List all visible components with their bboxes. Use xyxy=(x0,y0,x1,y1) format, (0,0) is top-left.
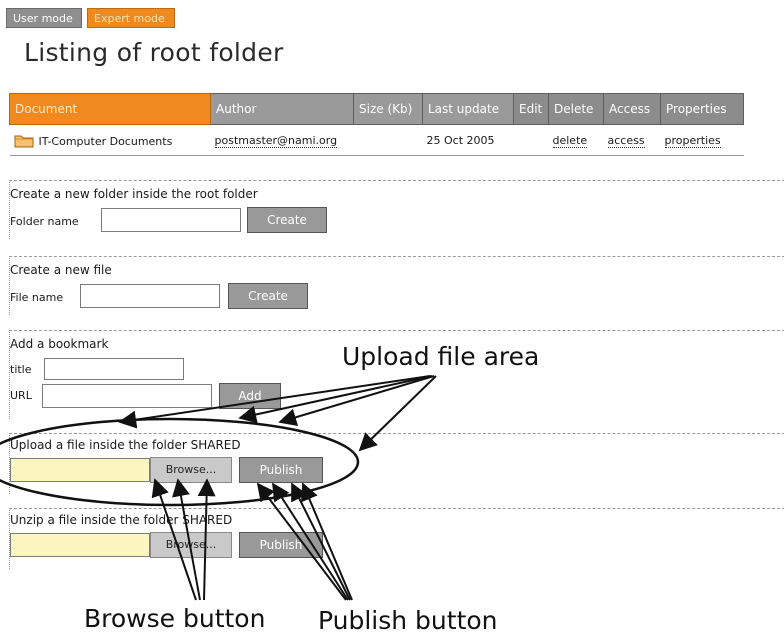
column-header-delete: Delete xyxy=(548,93,604,125)
expert-mode-button[interactable]: Expert mode xyxy=(87,8,175,28)
column-header-size[interactable]: Size (Kb) xyxy=(353,93,423,125)
unzip-browse-button[interactable]: Browse... xyxy=(150,532,232,558)
size-cell xyxy=(353,124,423,156)
create-file-section: Create a new file File name Create xyxy=(9,256,784,315)
browse-button-caption: Browse button xyxy=(84,604,266,633)
unzip-publish-button[interactable]: Publish xyxy=(239,532,323,558)
user-mode-button[interactable]: User mode xyxy=(6,8,82,28)
publish-button-caption: Publish button xyxy=(318,606,498,635)
bookmark-title-input[interactable] xyxy=(44,358,184,380)
folder-name-label: Folder name xyxy=(10,215,79,228)
page-title: Listing of root folder xyxy=(24,38,284,67)
column-header-author[interactable]: Author xyxy=(210,93,354,125)
folder-icon xyxy=(14,135,33,147)
column-header-document[interactable]: Document xyxy=(9,93,211,125)
document-name[interactable]: IT-Computer Documents xyxy=(39,135,173,148)
bookmark-url-input[interactable] xyxy=(42,384,212,408)
delete-link[interactable]: delete xyxy=(552,133,588,148)
file-name-input[interactable] xyxy=(80,284,220,308)
column-header-properties: Properties xyxy=(660,93,744,125)
upload-section: Upload a file inside the folder SHARED B… xyxy=(9,433,784,494)
upload-file-input[interactable] xyxy=(10,458,150,482)
create-file-button[interactable]: Create xyxy=(228,283,308,309)
upload-publish-button[interactable]: Publish xyxy=(239,457,323,483)
folder-name-input[interactable] xyxy=(101,208,241,232)
document-cell[interactable]: IT-Computer Documents xyxy=(9,124,211,156)
create-folder-section: Create a new folder inside the root fold… xyxy=(9,180,784,239)
properties-cell[interactable]: properties xyxy=(660,124,744,156)
bookmark-url-label: URL xyxy=(10,389,32,402)
create-folder-button[interactable]: Create xyxy=(247,207,327,233)
access-link[interactable]: access xyxy=(607,133,645,148)
file-name-label: File name xyxy=(10,291,64,304)
properties-link[interactable]: properties xyxy=(664,133,721,148)
folder-listing-table: Document Author Size (Kb) Last update Ed… xyxy=(9,93,744,156)
access-cell[interactable]: access xyxy=(603,124,661,156)
bookmark-title: Add a bookmark xyxy=(10,337,109,351)
create-folder-title: Create a new folder inside the root fold… xyxy=(10,187,258,201)
table-row: IT-Computer Documents postmaster@nami.or… xyxy=(9,124,744,156)
edit-cell xyxy=(513,124,549,156)
unzip-title: Unzip a file inside the folder SHARED xyxy=(10,513,233,527)
create-file-title: Create a new file xyxy=(10,263,112,277)
bookmark-title-label: title xyxy=(10,363,32,376)
column-header-access: Access xyxy=(603,93,661,125)
last-update-cell: 25 Oct 2005 xyxy=(422,124,514,156)
unzip-section: Unzip a file inside the folder SHARED Br… xyxy=(9,508,784,569)
author-cell[interactable]: postmaster@nami.org xyxy=(210,124,354,156)
unzip-file-input[interactable] xyxy=(10,533,150,557)
upload-area-caption: Upload file area xyxy=(342,342,540,371)
upload-browse-button[interactable]: Browse... xyxy=(150,457,232,483)
upload-title: Upload a file inside the folder SHARED xyxy=(10,438,241,452)
table-header-row: Document Author Size (Kb) Last update Ed… xyxy=(9,93,744,125)
column-header-edit: Edit xyxy=(513,93,549,125)
author-link[interactable]: postmaster@nami.org xyxy=(214,133,338,148)
delete-cell[interactable]: delete xyxy=(548,124,604,156)
column-header-last-update[interactable]: Last update xyxy=(422,93,514,125)
add-bookmark-button[interactable]: Add xyxy=(219,383,281,409)
